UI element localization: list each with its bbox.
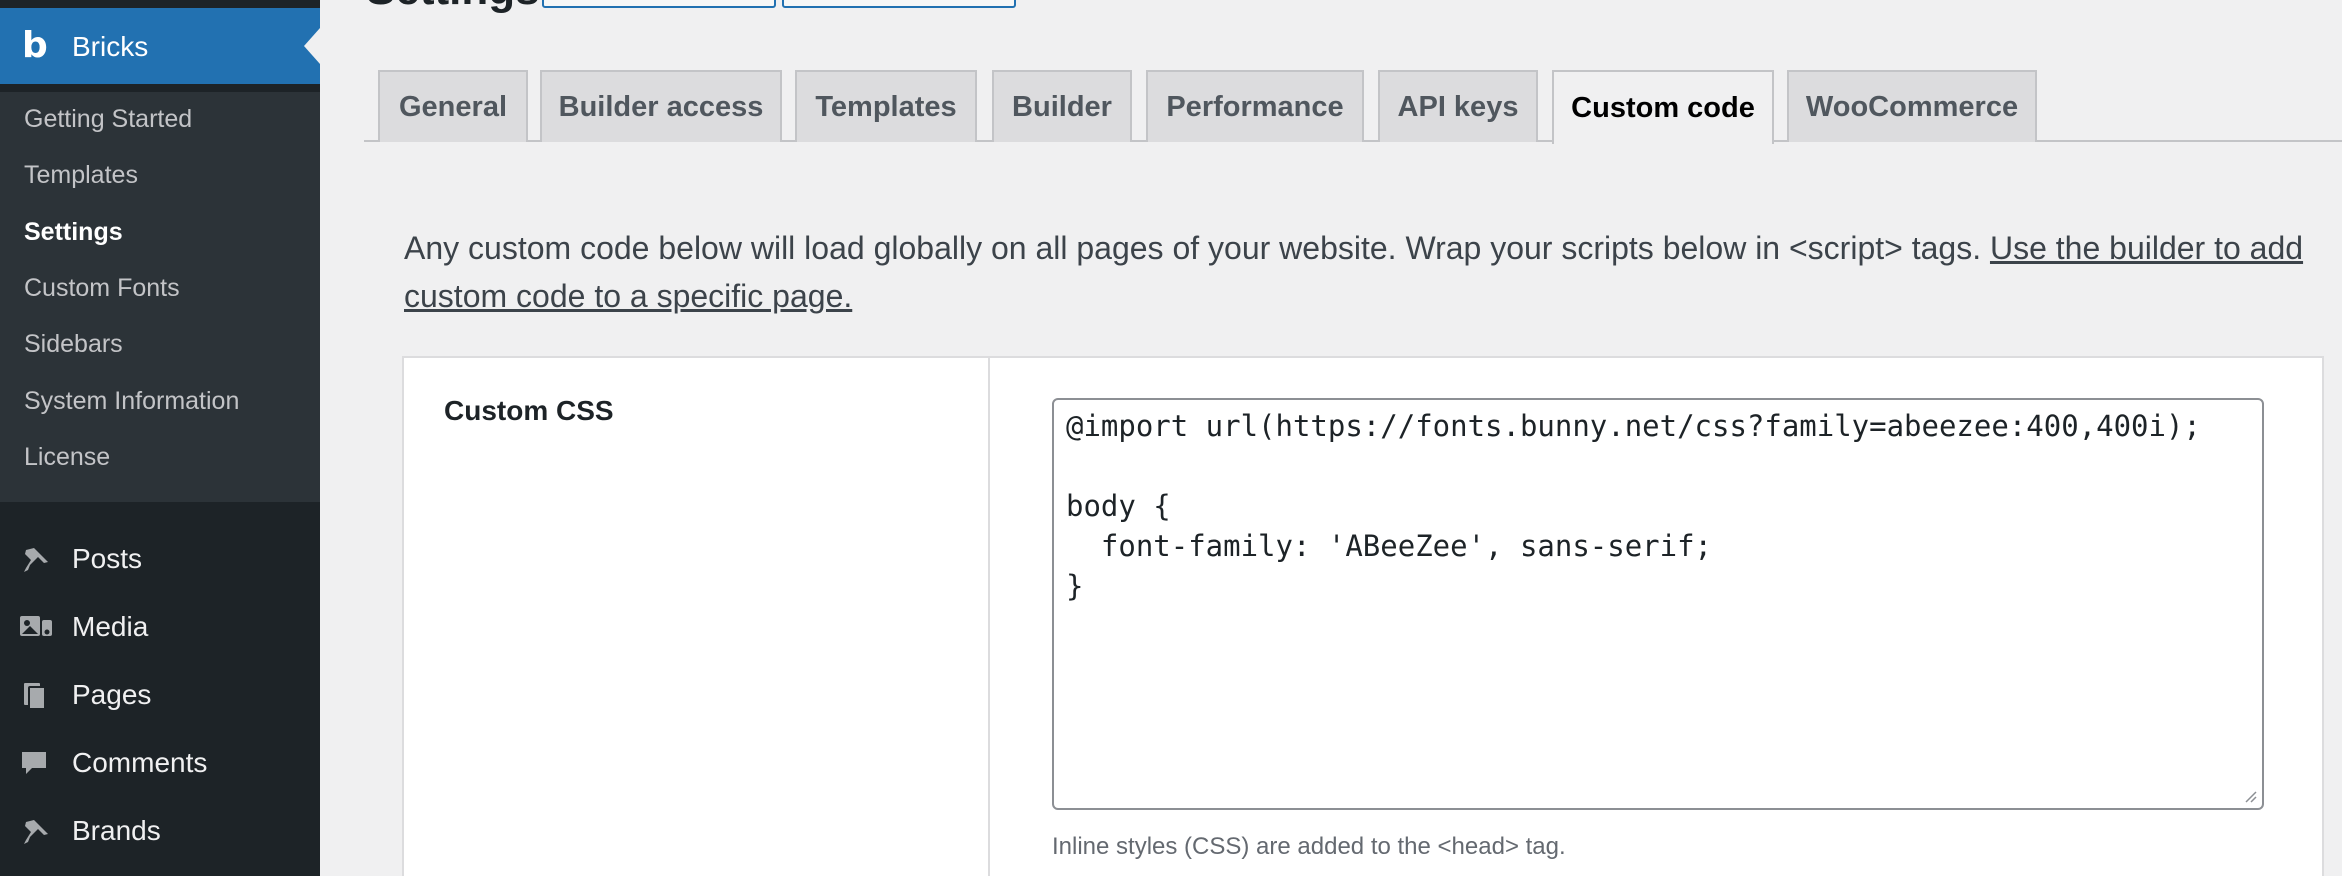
custom-css-description: Inline styles (CSS) are added to the <he…	[1052, 833, 1566, 860]
tab-woocommerce[interactable]: WooCommerce	[1787, 70, 2037, 142]
sidebar-item-media[interactable]: Media	[0, 598, 320, 654]
custom-css-textarea[interactable]: @import url(https://fonts.bunny.net/css?…	[1052, 398, 2264, 810]
card-column-divider	[988, 356, 990, 876]
sidebar-item-comments[interactable]: Comments	[0, 734, 320, 790]
tab-builder-access[interactable]: Builder access	[540, 70, 782, 142]
sidebar-item-label: Media	[72, 611, 149, 642]
intro-description: Any custom code below will load globally…	[404, 224, 2304, 320]
media-icon	[20, 616, 52, 636]
bricks-logo-icon: b	[22, 25, 48, 66]
tab-performance[interactable]: Performance	[1146, 70, 1364, 142]
intro-text: Any custom code below will load globally…	[404, 230, 1990, 266]
comment-icon	[22, 752, 46, 774]
admin-sidebar: b Bricks Getting Started Templates Setti…	[0, 0, 320, 876]
custom-css-code[interactable]: @import url(https://fonts.bunny.net/css?…	[1066, 406, 2201, 606]
sidebar-item-pages[interactable]: Pages	[0, 666, 320, 722]
submenu-item-sidebars[interactable]: Sidebars	[24, 329, 123, 359]
tab-api-keys[interactable]: API keys	[1378, 70, 1538, 142]
sidebar-item-label: Pages	[72, 679, 152, 710]
sidebar-item-brands[interactable]: Brands	[0, 802, 320, 858]
current-menu-arrow	[304, 28, 320, 64]
tab-general[interactable]: General	[378, 70, 528, 142]
submenu-item-license[interactable]: License	[24, 442, 110, 472]
submenu-item-settings[interactable]: Settings	[24, 217, 123, 247]
custom-css-label: Custom CSS	[444, 395, 614, 426]
pushpin-icon	[24, 548, 48, 572]
tab-builder[interactable]: Builder	[992, 70, 1132, 142]
header-action-button[interactable]	[782, 0, 1016, 8]
pages-icon	[24, 683, 46, 710]
submenu-item-templates[interactable]: Templates	[24, 160, 138, 190]
sidebar-item-label: Brands	[72, 815, 161, 846]
header-action-button[interactable]	[542, 0, 776, 8]
sidebar-item-label: Comments	[72, 747, 208, 778]
sidebar-item-label: Bricks	[72, 31, 149, 62]
submenu-item-system-information[interactable]: System Information	[24, 386, 239, 416]
sidebar-item-label: Posts	[72, 543, 143, 574]
submenu-item-custom-fonts[interactable]: Custom Fonts	[24, 273, 180, 303]
sidebar-item-posts[interactable]: Posts	[0, 530, 320, 586]
bricks-submenu: Getting Started Templates Settings Custo…	[0, 92, 320, 502]
sidebar-item-bricks[interactable]: b Bricks	[0, 0, 320, 84]
resize-handle-icon[interactable]	[2242, 788, 2258, 804]
pushpin-icon	[24, 820, 48, 844]
page-title: Settings	[366, 0, 540, 12]
submenu-item-getting-started[interactable]: Getting Started	[24, 104, 192, 134]
tab-custom-code[interactable]: Custom code	[1552, 70, 1774, 144]
tab-templates[interactable]: Templates	[795, 70, 977, 142]
